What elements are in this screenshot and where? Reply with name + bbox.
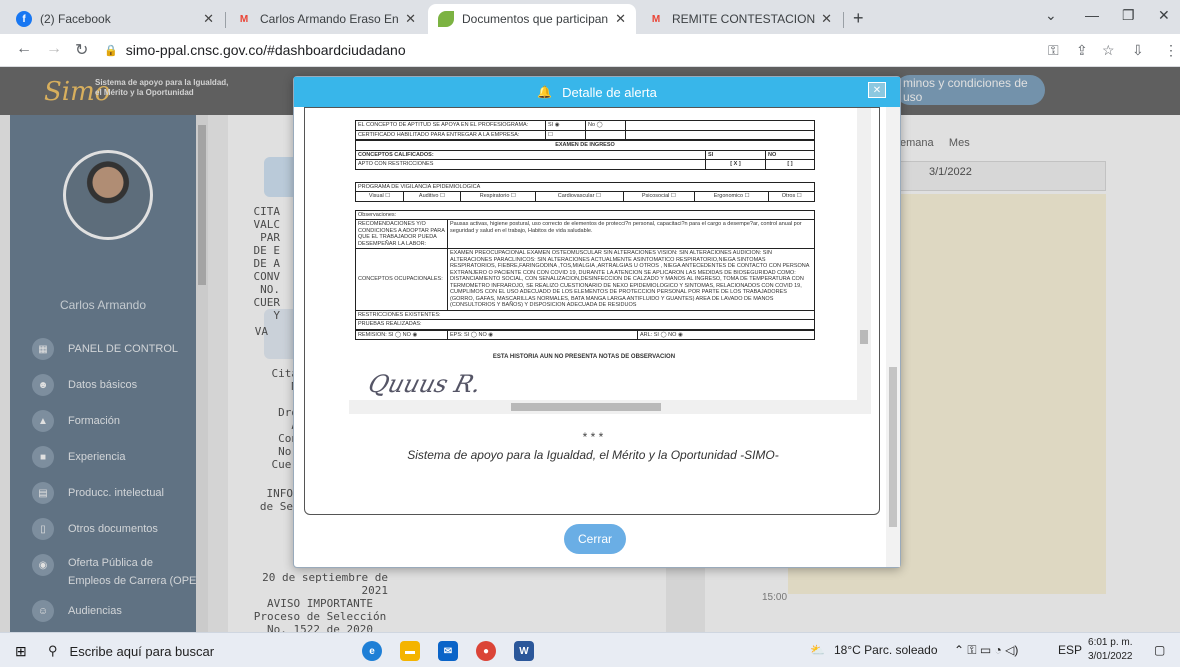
search-placeholder: Escribe aquí para buscar bbox=[69, 643, 215, 659]
taskbar-search[interactable]: ⚲ Escribe aquí para buscar bbox=[48, 637, 348, 665]
modal-header: 🔔 Detalle de alerta ✕ bbox=[294, 77, 900, 107]
chrome-icon[interactable]: ● bbox=[476, 641, 496, 661]
menu-icon[interactable]: ⋮ bbox=[1164, 42, 1178, 59]
alert-detail-modal: 🔔 Detalle de alerta ✕ EL CONCEPTO DE APT… bbox=[293, 76, 901, 568]
page: Simo Sistema de apoyo para la Igualdad, … bbox=[0, 67, 1180, 632]
tab-search-icon[interactable]: ⌄ bbox=[1045, 7, 1057, 24]
leaf-icon bbox=[438, 11, 454, 27]
key-icon[interactable]: ⚿ bbox=[1048, 42, 1059, 59]
doc-table-remision: REMISION: SI ◯ NO ◉ EPS: SI ◯ NO ◉ ARL: SI… bbox=[355, 329, 815, 341]
edge-icon[interactable]: e bbox=[362, 641, 382, 661]
close-window-button[interactable]: ✕ bbox=[1158, 7, 1170, 24]
browser-tab-bar: f (2) Facebook ✕ M Carlos Armando Eraso … bbox=[0, 0, 1180, 34]
windows-start-icon[interactable]: ⊞ bbox=[15, 643, 27, 660]
close-icon[interactable]: ✕ bbox=[868, 82, 886, 98]
close-tab-icon[interactable]: ✕ bbox=[405, 11, 416, 27]
modal-footer-text: Sistema de apoyo para la Igualdad, el Mé… bbox=[407, 448, 779, 462]
url-field[interactable]: 🔒 simo-ppal.cnsc.gov.co/#dashboardciudad… bbox=[104, 37, 1024, 63]
tab-facebook[interactable]: f (2) Facebook ✕ bbox=[6, 4, 224, 34]
close-tab-icon[interactable]: ✕ bbox=[615, 11, 626, 27]
gmail-icon: M bbox=[239, 13, 249, 25]
share-icon[interactable]: ⇪ bbox=[1076, 42, 1088, 59]
separator-stars: * * * bbox=[582, 430, 604, 444]
document-vertical-scrollbar[interactable] bbox=[857, 108, 871, 414]
reload-icon[interactable]: ↻ bbox=[75, 40, 88, 60]
minimize-button[interactable]: — bbox=[1085, 7, 1099, 23]
doc-note: ESTA HISTORIA AUN NO PRESENTA NOTAS DE O… bbox=[492, 354, 676, 360]
document-horizontal-scrollbar[interactable] bbox=[349, 400, 857, 414]
lock-icon: 🔒 bbox=[104, 44, 118, 57]
forward-icon[interactable]: → bbox=[46, 40, 62, 58]
address-bar-row: ← → ↻ 🔒 simo-ppal.cnsc.gov.co/#dashboard… bbox=[0, 34, 1180, 67]
weather-text[interactable]: 18°C Parc. soleado bbox=[834, 643, 938, 657]
clock[interactable]: 6:01 p. m. 3/01/2022 bbox=[1088, 636, 1133, 664]
facebook-icon: f bbox=[16, 11, 32, 27]
back-icon[interactable]: ← bbox=[16, 40, 32, 58]
new-tab-button[interactable]: + bbox=[853, 8, 864, 29]
close-tab-icon[interactable]: ✕ bbox=[821, 11, 832, 27]
signature: Quuus R. bbox=[365, 370, 485, 398]
modal-scrollbar[interactable] bbox=[886, 107, 900, 567]
search-icon: ⚲ bbox=[48, 643, 58, 658]
close-tab-icon[interactable]: ✕ bbox=[203, 11, 214, 27]
doc-table-observations: Observaciones: RECOMENDACIONES Y/O CONDI… bbox=[355, 209, 815, 330]
doc-table-program: PROGRAMA DE VIGILANCIA EPIDEMIOLOGICA Vi… bbox=[354, 181, 815, 202]
doc-table-concepts: EXAMEN DE INGRESO CONCEPTOS CALIFICADOS:… bbox=[355, 140, 815, 170]
tab-label: REMITE CONTESTACIONES ACCIO bbox=[672, 12, 816, 26]
tab-label: (2) Facebook bbox=[40, 12, 111, 26]
modal-title: Detalle de alerta bbox=[562, 84, 657, 100]
restore-button[interactable]: ❐ bbox=[1122, 7, 1135, 24]
doc-table-aptitude: EL CONCEPTO DE APTITUD SE APOYA EN EL PR… bbox=[355, 120, 815, 140]
document-card: EL CONCEPTO DE APTITUD SE APOYA EN EL PR… bbox=[304, 107, 880, 515]
gmail-icon: M bbox=[651, 13, 661, 25]
system-tray-icons[interactable]: ⌃ ⚿ ▭ ◔ ◁) bbox=[954, 643, 1018, 658]
tab-documentos[interactable]: Documentos que participan en e ✕ bbox=[428, 4, 636, 34]
tab-gmail-remite[interactable]: M REMITE CONTESTACIONES ACCIO ✕ bbox=[638, 4, 842, 34]
weather-icon[interactable]: ⛅ bbox=[810, 643, 825, 657]
document-viewer[interactable]: EL CONCEPTO DE APTITUD SE APOYA EN EL PR… bbox=[349, 108, 857, 400]
star-icon[interactable]: ☆ bbox=[1102, 42, 1115, 59]
bell-icon: 🔔 bbox=[537, 85, 553, 99]
tab-label: Documentos que participan en e bbox=[462, 12, 609, 26]
extension-icon[interactable]: ⇩ bbox=[1132, 42, 1144, 59]
file-explorer-icon[interactable]: ▬ bbox=[400, 641, 420, 661]
language-indicator[interactable]: ESP bbox=[1058, 643, 1082, 657]
word-icon[interactable]: W bbox=[514, 641, 534, 661]
taskbar: ⊞ ⚲ Escribe aquí para buscar e ▬ ✉ ● W ⛅… bbox=[0, 632, 1180, 667]
tab-label: Carlos Armando Eraso Enriquez bbox=[260, 12, 399, 26]
close-button[interactable]: Cerrar bbox=[564, 524, 626, 554]
tab-gmail-carlos[interactable]: M Carlos Armando Eraso Enriquez ✕ bbox=[226, 4, 426, 34]
url-text: simo-ppal.cnsc.gov.co/#dashboardciudadan… bbox=[125, 42, 406, 58]
notification-icon[interactable]: ▢ bbox=[1154, 643, 1165, 657]
mail-icon[interactable]: ✉ bbox=[438, 641, 458, 661]
